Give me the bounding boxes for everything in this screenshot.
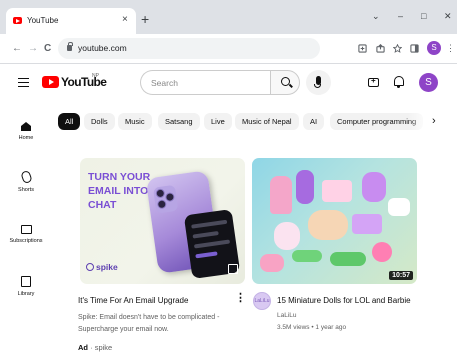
ad-badge: Ad — [78, 343, 88, 352]
share-icon[interactable] — [376, 44, 385, 53]
search-input[interactable]: Search — [140, 70, 270, 95]
doll-illustration — [270, 176, 292, 214]
browser-toolbar: ← → C youtube.com S ⋮ — [0, 34, 457, 64]
back-button[interactable]: ← — [12, 43, 22, 55]
tab-youtube[interactable]: YouTube × — [6, 8, 136, 34]
spike-logo-text: spike — [96, 262, 118, 272]
more-actions-icon[interactable]: ⋮ — [235, 293, 246, 304]
library-icon — [21, 276, 31, 287]
browser-window: YouTube × + ⌄ – □ ✕ ← → C youtube.com S … — [0, 0, 457, 355]
search-placeholder: Search — [151, 78, 178, 88]
shorts-icon — [19, 169, 33, 185]
spike-logo-icon — [86, 263, 94, 271]
guide-item-shorts[interactable]: Shorts — [4, 169, 48, 193]
notifications-bell-icon[interactable] — [394, 76, 404, 88]
youtube-logo-text[interactable]: YouTube — [61, 75, 107, 89]
tab-close-icon[interactable]: × — [122, 14, 128, 26]
guide-item-home[interactable]: Home — [4, 119, 48, 141]
guide-item-library[interactable]: Library — [4, 276, 48, 297]
bookmark-star-icon[interactable] — [393, 44, 402, 53]
forward-button[interactable]: → — [28, 43, 38, 55]
lock-icon — [67, 42, 73, 51]
subscriptions-icon — [20, 225, 32, 234]
video-thumbnail-dolls[interactable]: 10:57 — [252, 158, 417, 284]
spike-logo: spike — [86, 262, 118, 272]
microphone-icon — [314, 76, 321, 88]
video-title-dolls[interactable]: 15 Miniature Dolls for LOL and Barbie — [277, 295, 411, 306]
youtube-favicon-icon — [13, 17, 22, 24]
tab-title: YouTube — [27, 16, 59, 25]
video-stats: 3.5M views • 1 year ago — [277, 324, 347, 331]
video-duration: 10:57 — [389, 271, 413, 280]
chip-music[interactable]: Music — [118, 113, 152, 130]
guide-label-shorts: Shorts — [18, 187, 34, 193]
voice-search-button[interactable] — [306, 70, 331, 95]
url-text: youtube.com — [78, 43, 127, 53]
channel-avatar[interactable]: LaLiLu — [253, 292, 271, 310]
minimize-button[interactable]: – — [398, 10, 403, 22]
guide-label-subscriptions: Subscriptions — [9, 238, 43, 244]
guide-label-home: Home — [18, 135, 34, 141]
tab-search-chevron-icon[interactable]: ⌄ — [372, 10, 380, 22]
new-tab-button[interactable]: + — [141, 12, 149, 26]
chip-music-of-nepal[interactable]: Music of Nepal — [235, 113, 299, 130]
address-bar[interactable]: youtube.com — [58, 38, 320, 59]
ad-description-line2: Supercharge your email now. — [78, 326, 169, 333]
menu-icon[interactable] — [18, 78, 29, 87]
reload-button[interactable]: C — [44, 43, 51, 55]
chip-satsang[interactable]: Satsang — [158, 113, 200, 130]
chip-live[interactable]: Live — [204, 113, 232, 130]
search-button[interactable] — [270, 70, 300, 95]
browser-menu-icon[interactable]: ⋮ — [446, 43, 455, 53]
external-link-icon[interactable] — [228, 264, 238, 274]
install-app-icon[interactable] — [358, 44, 367, 53]
account-avatar[interactable]: S — [419, 73, 438, 92]
youtube-logo-icon[interactable] — [42, 76, 59, 88]
create-icon[interactable] — [368, 76, 379, 87]
ad-sponsor-line: Ad · spike — [78, 343, 113, 352]
side-panel-icon[interactable] — [410, 44, 419, 53]
browser-profile-avatar[interactable]: S — [427, 41, 441, 55]
ad-description-line1: Spike: Email doesn't have to be complica… — [78, 314, 220, 321]
home-icon — [21, 122, 31, 131]
search-icon — [281, 77, 290, 86]
tab-strip: YouTube × + ⌄ – □ ✕ — [0, 0, 457, 34]
chips-next-chevron-icon[interactable]: › — [432, 113, 436, 129]
maximize-button[interactable]: □ — [421, 10, 426, 22]
ad-thumbnail[interactable]: TURN YOUR EMAIL INTO CHAT spike — [80, 158, 245, 284]
chip-ai[interactable]: AI — [303, 113, 325, 130]
youtube-header: YouTube NP Search S — [0, 65, 457, 101]
ad-advertiser: spike — [94, 343, 113, 352]
channel-name[interactable]: LaLiLu — [277, 312, 297, 319]
chip-dolls[interactable]: Dolls — [84, 113, 115, 130]
guide-label-library: Library — [17, 291, 35, 297]
ad-title[interactable]: It's Time For An Email Upgrade — [78, 295, 188, 306]
close-window-button[interactable]: ✕ — [444, 10, 452, 22]
chip-all[interactable]: All — [58, 113, 81, 130]
guide-item-subscriptions[interactable]: Subscriptions — [4, 222, 48, 244]
country-code: NP — [92, 73, 99, 79]
